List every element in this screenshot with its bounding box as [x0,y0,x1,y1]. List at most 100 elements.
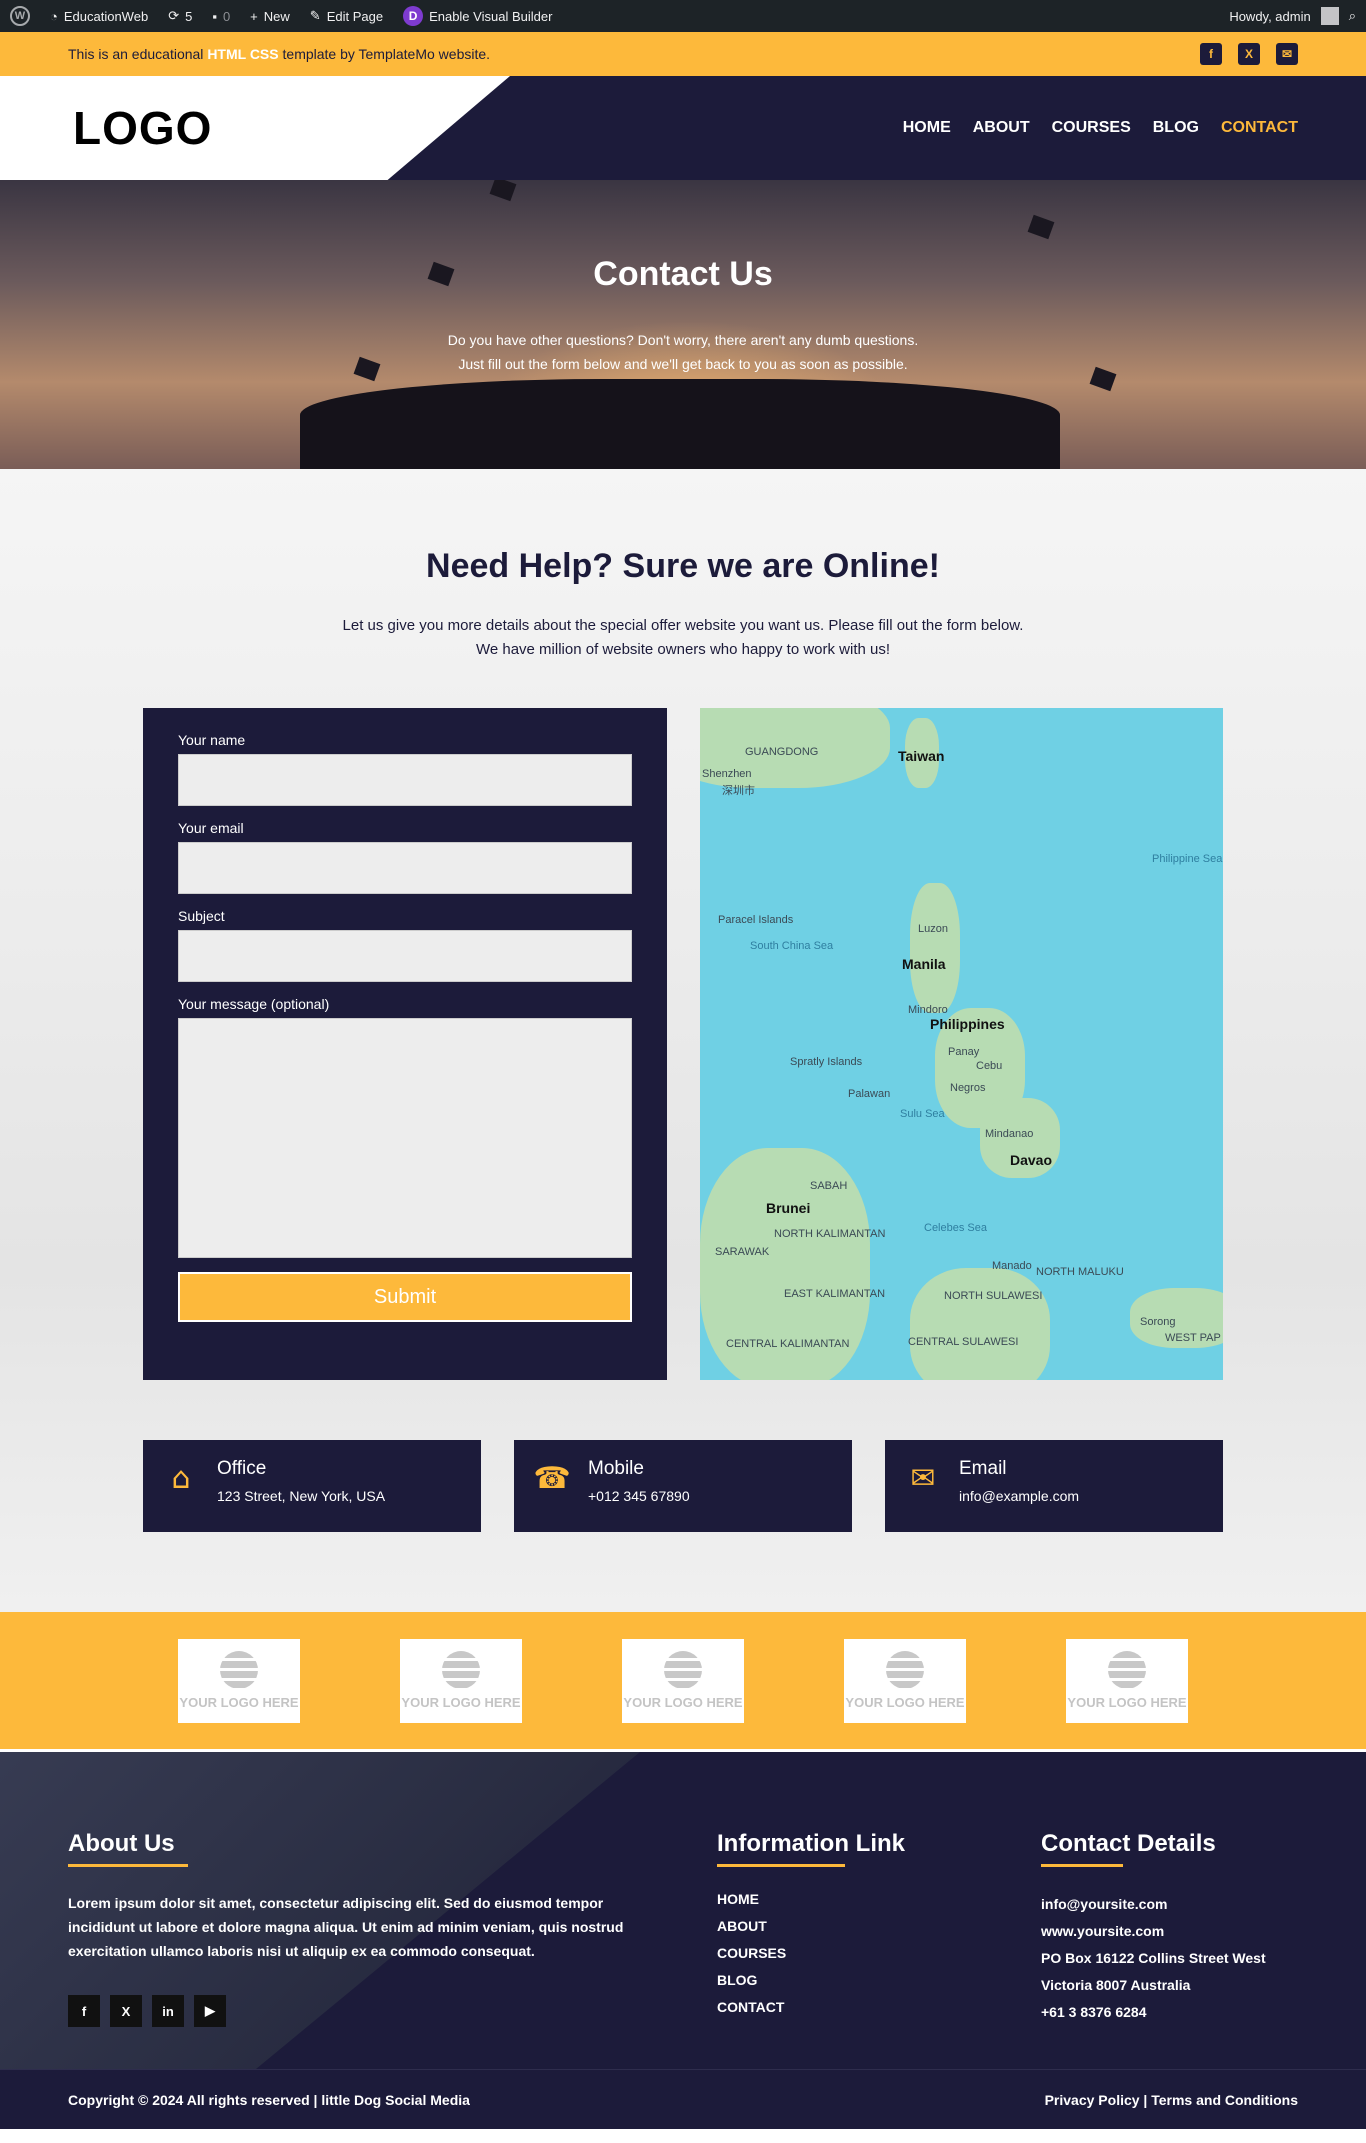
map-label: Luzon [918,923,948,935]
email-label: Your email [178,820,244,836]
logo-area: LOGO [0,76,510,180]
footer-about-text: Lorem ipsum dolor sit amet, consectetur … [68,1895,624,1959]
map-label: SARAWAK [715,1246,770,1258]
name-field[interactable] [178,754,632,806]
footer-social: f X in ▶ [68,1995,648,2027]
map-label: EAST KALIMANTAN [784,1288,886,1300]
logo-placeholder-icon [442,1651,480,1689]
card-title: Mobile [588,1458,644,1479]
footer-link-courses[interactable]: COURSES [717,1945,967,1961]
logo-placeholder-icon [1108,1651,1146,1689]
email-card: ✉ Email info@example.com [885,1440,1223,1532]
map-land [910,883,960,1013]
contact-section: Need Help? Sure we are Online! Let us gi… [0,469,1366,1612]
heading-underline [1041,1864,1123,1867]
message-field[interactable] [178,1018,632,1258]
phone-icon: ☎ [533,1460,571,1496]
map-label: Sulu Sea [900,1108,945,1120]
avatar[interactable] [1320,7,1339,25]
subject-label: Subject [178,908,225,924]
admin-comments-link[interactable]: ▪ 0 [212,9,230,24]
hero-content: Contact Us Do you have other questions? … [0,255,1366,376]
x-twitter-icon[interactable]: X [1238,43,1260,65]
card-value: info@example.com [959,1488,1080,1504]
submit-button[interactable]: Submit [178,1272,632,1322]
admin-new-link[interactable]: + New [250,9,290,24]
hero-banner: Contact Us Do you have other questions? … [0,180,1366,469]
admin-greeting[interactable]: Howdy, admin [1229,9,1310,24]
footer-about: About Us Lorem ipsum dolor sit amet, con… [68,1830,648,2027]
facebook-icon[interactable]: f [68,1995,100,2027]
embedded-map[interactable]: GUANGDONG Shenzhen 深圳市 Taiwan Philippine… [700,708,1223,1380]
card-value: +012 345 67890 [588,1488,690,1504]
logo-placeholder-icon [664,1651,702,1689]
partner-logo[interactable]: YOUR LOGO HERE [622,1638,744,1723]
search-icon[interactable]: ⌕ [1349,8,1356,24]
partner-logo[interactable]: YOUR LOGO HERE [844,1638,966,1723]
map-label: Celebes Sea [924,1222,987,1234]
footer-link-about[interactable]: ABOUT [717,1918,967,1934]
map-label: NORTH SULAWESI [944,1290,1043,1302]
map-label: GUANGDONG [745,746,819,758]
map-label: Manila [902,956,946,972]
footer-link-contact[interactable]: CONTACT [717,1999,967,2015]
heading-underline [717,1864,845,1867]
footer-link-home[interactable]: HOME [717,1891,967,1907]
envelope-icon[interactable]: ✉ [1276,43,1298,65]
footer-phone[interactable]: +61 3 8376 6284 [1041,1999,1301,2026]
admin-site-link[interactable]: ◔ EducationWeb [50,9,148,24]
map-land [910,1268,1050,1380]
map-label: Cebu [976,1060,1003,1072]
site-logo[interactable]: LOGO [73,101,212,155]
contact-form: Your name Your email Subject Your messag… [143,708,667,1380]
footer-heading: Contact Details [1041,1830,1216,1857]
divi-icon: D [403,6,424,26]
nav-contact[interactable]: CONTACT [1221,119,1298,137]
footer-email[interactable]: info@yoursite.com [1041,1891,1301,1918]
hero-graduates-silhouette [300,379,1060,469]
partner-logo[interactable]: YOUR LOGO HERE [178,1638,300,1723]
subject-field[interactable] [178,930,632,982]
card-value: 123 Street, New York, USA [217,1488,386,1504]
map-label: Palawan [848,1088,891,1100]
footer-website[interactable]: www.yoursite.com [1041,1918,1301,1945]
partner-logo[interactable]: YOUR LOGO HERE [400,1638,522,1723]
email-field[interactable] [178,842,632,894]
footer-contact: Contact Details info@yoursite.com www.yo… [1041,1830,1301,2026]
office-card: ⌂ Office 123 Street, New York, USA [143,1440,481,1532]
map-label: SABAH [810,1180,848,1192]
map-label: Spratly Islands [790,1056,863,1068]
map-label: Brunei [766,1200,811,1216]
admin-visual-builder-link[interactable]: D Enable Visual Builder [403,6,552,26]
policy-links[interactable]: Privacy Policy | Terms and Conditions [1045,2092,1298,2108]
map-label: Shenzhen [702,768,752,780]
map-label: 深圳市 [722,785,755,797]
admin-updates-link[interactable]: ⟳ 5 [168,8,192,24]
contact-cards: ⌂ Office 123 Street, New York, USA ☎ Mob… [143,1440,1366,1532]
map-label: Philippine Sea [1152,853,1223,865]
linkedin-icon[interactable]: in [152,1995,184,2027]
topbar-highlight-link[interactable]: HTML CSS [207,46,278,62]
x-twitter-icon[interactable]: X [110,1995,142,2027]
hero-line-1: Do you have other questions? Don't worry… [447,332,919,348]
wordpress-logo-icon[interactable]: W [10,6,30,26]
map-label: CENTRAL SULAWESI [908,1336,1019,1348]
nav-courses[interactable]: COURSES [1052,119,1131,137]
plus-icon: + [250,8,258,24]
nav-blog[interactable]: BLOG [1153,119,1199,137]
nav-about[interactable]: ABOUT [973,119,1030,137]
hero-line-2: Just fill out the form below and we'll g… [458,356,908,372]
footer-link-blog[interactable]: BLOG [717,1972,967,1988]
card-title: Email [959,1458,1007,1479]
copyright-text: Copyright © 2024 All rights reserved | l… [68,2091,470,2108]
map-label: Mindoro [908,1004,948,1016]
partner-logo[interactable]: YOUR LOGO HERE [1066,1638,1188,1723]
footer-heading: About Us [68,1830,175,1857]
topbar-text: This is an educational HTML CSS template… [68,46,491,62]
nav-home[interactable]: HOME [903,119,951,137]
facebook-icon[interactable]: f [1200,43,1222,65]
youtube-icon[interactable]: ▶ [194,1995,226,2027]
footer-links: Information Link HOME ABOUT COURSES BLOG… [717,1830,967,2026]
admin-edit-page-link[interactable]: ✎ Edit Page [310,8,383,24]
map-label: Sorong [1140,1316,1176,1328]
